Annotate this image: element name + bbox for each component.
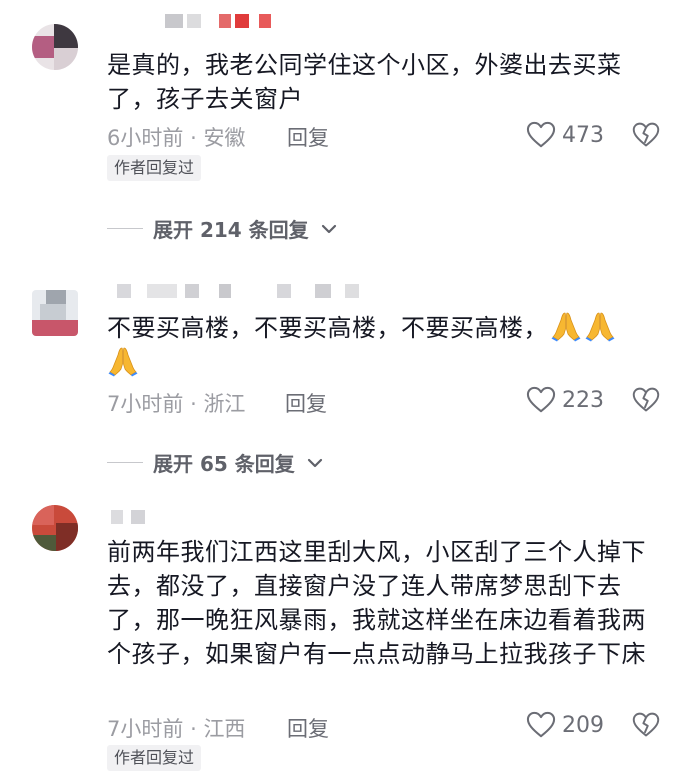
folded-hands-icon — [550, 310, 582, 342]
avatar[interactable] — [32, 24, 78, 70]
folded-hands-icon — [584, 310, 616, 342]
comment-time: 7小时前 — [107, 717, 184, 741]
reply-button[interactable]: 回复 — [285, 388, 327, 418]
heart-outline-icon — [526, 121, 556, 149]
comment-time: 6小时前 — [107, 126, 184, 150]
comment-location: 江西 — [203, 717, 246, 741]
like-button[interactable]: 223 — [526, 386, 604, 414]
divider-line — [107, 462, 143, 463]
broken-heart-icon[interactable] — [632, 711, 660, 739]
reply-button[interactable]: 回复 — [287, 122, 329, 152]
avatar[interactable] — [32, 290, 78, 336]
like-count: 209 — [562, 712, 604, 738]
like-button[interactable]: 473 — [526, 121, 604, 149]
comment-text: 不要买高楼，不要买高楼，不要买高楼， — [107, 310, 667, 380]
meta-separator: · — [190, 126, 197, 150]
reply-button[interactable]: 回复 — [287, 713, 329, 743]
comment-meta: 7小时前 · 浙江 — [107, 388, 245, 418]
expand-replies-label: 展开 65 条回复 — [153, 452, 295, 476]
author-replied-badge: 作者回复过 — [107, 745, 202, 771]
comment-meta: 6小时前 · 安徽 — [107, 122, 245, 152]
meta-separator: · — [190, 392, 197, 416]
comment-text: 是真的，我老公同学住这个小区，外婆出去买菜了，孩子去关窗户 — [107, 51, 622, 113]
chevron-down-icon — [319, 219, 339, 239]
expand-replies-label: 展开 214 条回复 — [153, 218, 309, 242]
avatar[interactable] — [32, 505, 78, 551]
broken-heart-icon[interactable] — [632, 386, 660, 414]
folded-hands-icon — [107, 345, 139, 377]
comment-text: 前两年我们江西这里刮大风，小区刮了三个人掉下去，都没了，直接窗户没了连人带席梦思… — [107, 538, 646, 668]
heart-outline-icon — [526, 711, 556, 739]
comment-location: 浙江 — [203, 392, 246, 416]
divider-line — [107, 228, 143, 229]
meta-separator: · — [190, 717, 197, 741]
comment-meta: 7小时前 · 江西 — [107, 713, 245, 743]
comment-text-content: 不要买高楼，不要买高楼，不要买高楼， — [107, 314, 548, 342]
comment-location: 安徽 — [203, 126, 246, 150]
expand-replies-button[interactable]: 展开 65 条回复 — [107, 448, 325, 477]
like-count: 223 — [562, 387, 604, 413]
expand-replies-button[interactable]: 展开 214 条回复 — [107, 214, 339, 243]
broken-heart-icon[interactable] — [632, 121, 660, 149]
heart-outline-icon — [526, 386, 556, 414]
author-replied-badge: 作者回复过 — [107, 155, 202, 181]
comment-time: 7小时前 — [107, 392, 184, 416]
chevron-down-icon — [305, 453, 325, 473]
like-button[interactable]: 209 — [526, 711, 604, 739]
like-count: 473 — [562, 122, 604, 148]
